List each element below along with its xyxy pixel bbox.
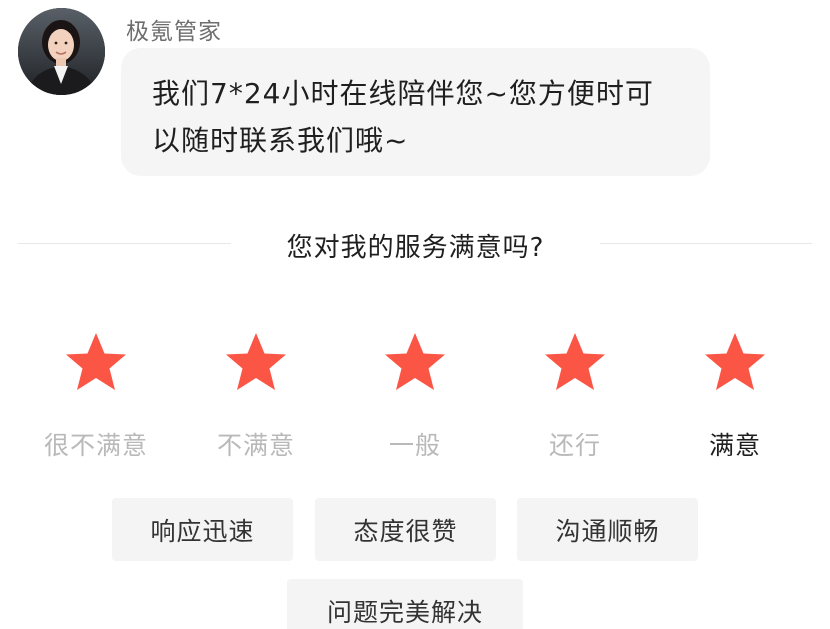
message-bubble: 我们7*24小时在线陪伴您~您方便时可以随时联系我们哦~ <box>121 48 710 176</box>
star-icon <box>226 333 286 390</box>
rating-label: 很不满意 <box>43 431 148 460</box>
rating-option-1[interactable]: 很不满意 <box>26 330 166 462</box>
divider-left <box>18 243 231 244</box>
tag-fast-response[interactable]: 响应迅速 <box>112 498 293 561</box>
agent-avatar <box>18 8 105 95</box>
tag-problem-solved[interactable]: 问题完美解决 <box>287 579 523 629</box>
rating-option-3[interactable]: 一般 <box>345 330 485 462</box>
star-icon <box>385 333 445 390</box>
chat-survey-card: 极氪管家 我们7*24小时在线陪伴您~您方便时可以随时联系我们哦~ 您对我的服务… <box>0 0 830 629</box>
rating-label: 还行 <box>548 431 601 460</box>
agent-avatar-icon <box>18 8 105 95</box>
rating-label: 不满意 <box>216 431 295 460</box>
rating-option-5[interactable]: 满意 <box>665 330 805 462</box>
star-icon <box>545 333 605 390</box>
tag-smooth-communication[interactable]: 沟通顺畅 <box>517 498 698 561</box>
divider-right <box>600 243 812 244</box>
rating-label: 满意 <box>708 431 761 460</box>
rating-option-2[interactable]: 不满意 <box>186 330 326 462</box>
star-icon <box>705 333 765 390</box>
rating-option-4[interactable]: 还行 <box>505 330 645 462</box>
message-text: 我们7*24小时在线陪伴您~您方便时可以随时联系我们哦~ <box>152 77 654 157</box>
star-icon <box>66 333 126 390</box>
survey-question: 您对我的服务满意吗? <box>286 233 545 263</box>
tag-great-attitude[interactable]: 态度很赞 <box>315 498 496 561</box>
agent-name: 极氪管家 <box>126 19 222 45</box>
rating-label: 一般 <box>388 431 441 460</box>
